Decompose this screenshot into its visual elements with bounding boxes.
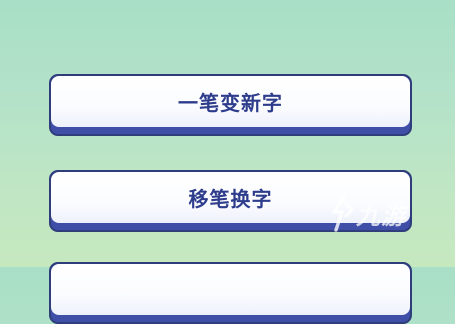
- jiuyou-watermark: 九游: [326, 192, 426, 236]
- button-face: 一笔变新字: [51, 76, 410, 127]
- button-face: [51, 264, 410, 315]
- mode-button-one-stroke-new-word[interactable]: 一笔变新字: [49, 74, 412, 136]
- watermark-text: 九游: [356, 202, 406, 230]
- button-label: 移笔换字: [188, 187, 273, 211]
- mode-button-partial[interactable]: [49, 262, 412, 324]
- button-label: 一笔变新字: [178, 91, 283, 115]
- game-menu-screen: 一笔变新字 移笔换字 九游: [0, 0, 455, 324]
- jiuyou-logo-icon: [332, 195, 354, 232]
